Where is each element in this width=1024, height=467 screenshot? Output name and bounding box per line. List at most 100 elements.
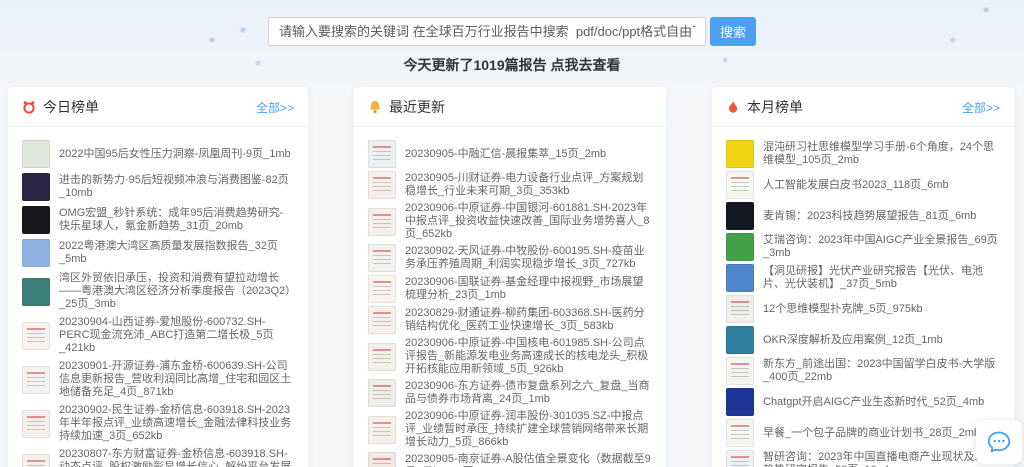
report-title: 20230902-民生证券-金桥信息-603918.SH-2023年半年报点评_… <box>59 404 292 442</box>
report-columns: 今日榜单 全部>> 2022中国95后女性压力洞察-凤凰周刊-9页_1mb 进击… <box>0 87 1024 467</box>
report-thumbnail <box>368 415 396 444</box>
list-item[interactable]: 新东方_前途出国：2023中国留学白皮书-大学版_400页_22mb <box>726 357 1000 385</box>
report-title: 20230829-财通证券-柳药集团-603368.SH-医药分销结构优化_医药… <box>405 307 645 332</box>
report-title: 20230904-山西证券-爱旭股份-600732.SH-PERC现金流充沛_A… <box>59 316 274 354</box>
report-title: Chatgpt开启AIGC产业生态新时代_52页_4mb <box>763 395 985 408</box>
list-item[interactable]: 人工智能发展白皮书2023_118页_6mb <box>726 171 1000 199</box>
today-ranking-card: 今日榜单 全部>> 2022中国95后女性压力洞察-凤凰周刊-9页_1mb 进击… <box>8 87 308 467</box>
today-all-link[interactable]: 全部>> <box>256 99 294 116</box>
report-thumbnail <box>726 450 754 467</box>
report-thumbnail <box>726 388 754 416</box>
month-ranking-header: 本月榜单 全部>> <box>712 87 1014 127</box>
report-thumbnail <box>368 306 396 334</box>
list-item[interactable]: 湾区外贸依旧承压，投资和消费有望拉动增长——粤港澳大湾区经济分析季度报告（202… <box>22 272 294 311</box>
report-title: 20230906-中原证券-中国核电-601985.SH-公司点评报告_新能源发… <box>405 337 649 375</box>
list-item[interactable]: 20230902-天风证券-中牧股份-600195.SH-疫苗业务承压养殖周期_… <box>368 244 652 272</box>
report-title: 20230905-中融汇信-晨报集萃_15页_2mb <box>405 147 607 160</box>
report-title: 湾区外贸依旧承压，投资和消费有望拉动增长——粤港澳大湾区经济分析季度报告（202… <box>59 272 291 310</box>
list-item[interactable]: 20230905-中融汇信-晨报集萃_15页_2mb <box>368 140 652 168</box>
report-title: 20230906-国联证券-基金经理中报视野_市场展望梳理分析_23页_1mb <box>405 276 644 301</box>
list-item[interactable]: 20230906-国联证券-基金经理中报视野_市场展望梳理分析_23页_1mb <box>368 275 652 303</box>
report-thumbnail <box>22 239 50 267</box>
report-thumbnail <box>22 206 50 234</box>
list-item[interactable]: OKR深度解析及应用案例_12页_1mb <box>726 326 1000 354</box>
list-item[interactable]: 【洞见研报】光伏产业研究报告【光伏、电池片、光伏装机】_37页_5mb <box>726 264 1000 292</box>
search-button[interactable]: 搜索 <box>710 17 756 46</box>
recent-updates-title: 最近更新 <box>389 99 445 115</box>
today-ranking-title: 今日榜单 <box>43 99 99 115</box>
report-title: 20230906-中原证券-中国银河-601881.SH-2023年中报点评_投… <box>405 202 650 240</box>
list-item[interactable]: 20230906-中原证券-中国核电-601985.SH-公司点评报告_新能源发… <box>368 337 652 376</box>
today-ranking-list: 2022中国95后女性压力洞察-凤凰周刊-9页_1mb 进击的新势力·95后短视… <box>8 127 308 467</box>
report-title: OKR深度解析及应用案例_12页_1mb <box>763 333 943 346</box>
list-item[interactable]: 20230906-东方证券-债市复盘系列之六_复盘_当商品与债券市场背离_24页… <box>368 379 652 407</box>
list-item[interactable]: 20230902-民生证券-金桥信息-603918.SH-2023年半年报点评_… <box>22 404 294 443</box>
calendar-red-icon <box>23 101 35 114</box>
report-title: 20230905-川财证券-电力设备行业点评_方案规划稳增长_行业未来可期_3页… <box>405 172 644 197</box>
bell-icon <box>370 101 380 114</box>
update-banner[interactable]: 今天更新了1019篇报告 点我去查看 <box>0 55 1024 75</box>
list-item[interactable]: 麦肯锡：2023科技趋势展望报告_81页_6mb <box>726 202 1000 230</box>
list-item[interactable]: 20230901-开源证券-浦东金桥-600639.SH-公司信息更新报告_营收… <box>22 360 294 399</box>
list-item[interactable]: 20230905-川财证券-电力设备行业点评_方案规划稳增长_行业未来可期_3页… <box>368 171 652 199</box>
report-thumbnail <box>22 321 50 350</box>
report-title: 早餐_一个包子品牌的商业计划书_28页_2mb <box>763 426 980 439</box>
month-all-link[interactable]: 全部>> <box>962 99 1000 116</box>
recent-updates-card: 最近更新 20230905-中融汇信-晨报集萃_15页_2mb 20230905… <box>354 87 666 467</box>
report-thumbnail <box>368 244 396 272</box>
search-bar: 搜索 <box>0 0 1024 46</box>
report-thumbnail <box>726 171 754 199</box>
report-thumbnail <box>726 295 754 323</box>
month-ranking-card: 本月榜单 全部>> 混沌研习社思维模型学习手册-6个角度，24个思维模型_105… <box>712 87 1014 467</box>
list-item[interactable]: 20230906-中原证券-中国银河-601881.SH-2023年中报点评_投… <box>368 202 652 241</box>
report-thumbnail <box>22 453 50 467</box>
list-item[interactable]: 智研咨询：2023年中国直播电商产业现状及发展趋势研究报告_53页_10mb <box>726 450 1000 467</box>
list-item[interactable]: 20230905-南京证券-A股估值全景变化（数据截至9月1日）_10页_674… <box>368 452 652 467</box>
list-item[interactable]: Chatgpt开启AIGC产业生态新时代_52页_4mb <box>726 388 1000 416</box>
report-thumbnail <box>368 275 396 303</box>
list-item[interactable]: 艾瑞咨询：2023年中国AIGC产业全景报告_69页_3mb <box>726 233 1000 261</box>
report-title: 20230906-中原证券-润丰股份-301035.SZ-中报点评_业绩暂时承压… <box>405 410 649 448</box>
report-thumbnail <box>22 277 50 306</box>
list-item[interactable]: 20230807-东方财富证券-金桥信息-603918.SH-动态点评_股权激励… <box>22 448 294 467</box>
report-thumbnail <box>726 419 754 447</box>
list-item[interactable]: 进击的新势力·95后短视频冲浪与消费图鉴-82页_10mb <box>22 173 294 201</box>
report-title: 20230905-南京证券-A股估值全景变化（数据截至9月1日）_10页_674… <box>405 453 651 467</box>
month-ranking-title: 本月榜单 <box>747 99 803 115</box>
list-item[interactable]: 早餐_一个包子品牌的商业计划书_28页_2mb <box>726 419 1000 447</box>
report-title: 【洞见研报】光伏产业研究报告【光伏、电池片、光伏装机】_37页_5mb <box>763 265 983 290</box>
list-item[interactable]: 20230904-山西证券-爱旭股份-600732.SH-PERC现金流充沛_A… <box>22 316 294 355</box>
report-thumbnail <box>368 452 396 467</box>
report-title: 12个思维模型扑克牌_5页_975kb <box>763 302 923 315</box>
flame-icon <box>729 100 738 113</box>
today-ranking-header: 今日榜单 全部>> <box>8 87 308 127</box>
report-title: 艾瑞咨询：2023年中国AIGC产业全景报告_69页_3mb <box>763 234 998 259</box>
report-title: 麦肯锡：2023科技趋势展望报告_81页_6mb <box>763 209 977 222</box>
report-title: OMG宏盟_秒针系统：成年95后消费趋势研究-快乐星球人，氪金新趋势_31页_2… <box>59 207 284 232</box>
search-input[interactable] <box>268 17 706 46</box>
list-item[interactable]: 12个思维模型扑克牌_5页_975kb <box>726 295 1000 323</box>
report-thumbnail <box>22 173 50 201</box>
chat-widget[interactable] <box>976 420 1022 464</box>
report-thumbnail <box>368 171 396 199</box>
list-item[interactable]: 2022粤港澳大湾区高质量发展指数报告_32页_5mb <box>22 239 294 267</box>
report-thumbnail <box>368 379 396 407</box>
list-item[interactable]: 20230829-财通证券-柳药集团-603368.SH-医药分销结构优化_医药… <box>368 306 652 334</box>
report-title: 人工智能发展白皮书2023_118页_6mb <box>763 178 949 191</box>
report-title: 混沌研习社思维模型学习手册-6个角度，24个思维模型_105页_2mb <box>763 141 995 166</box>
list-item[interactable]: 2022中国95后女性压力洞察-凤凰周刊-9页_1mb <box>22 140 294 168</box>
report-title: 2022中国95后女性压力洞察-凤凰周刊-9页_1mb <box>59 147 291 160</box>
report-thumbnail <box>368 207 396 236</box>
report-thumbnail <box>726 233 754 261</box>
report-title: 新东方_前途出国：2023中国留学白皮书-大学版_400页_22mb <box>763 358 996 383</box>
report-title: 2022粤港澳大湾区高质量发展指数报告_32页_5mb <box>59 240 278 265</box>
recent-updates-header: 最近更新 <box>354 87 666 127</box>
report-title: 20230902-天风证券-中牧股份-600195.SH-疫苗业务承压养殖周期_… <box>405 245 645 270</box>
list-item[interactable]: OMG宏盟_秒针系统：成年95后消费趋势研究-快乐星球人，氪金新趋势_31页_2… <box>22 206 294 234</box>
list-item[interactable]: 混沌研习社思维模型学习手册-6个角度，24个思维模型_105页_2mb <box>726 140 1000 168</box>
report-thumbnail <box>368 140 396 168</box>
list-item[interactable]: 20230906-中原证券-润丰股份-301035.SZ-中报点评_业绩暂时承压… <box>368 410 652 449</box>
month-ranking-list: 混沌研习社思维模型学习手册-6个角度，24个思维模型_105页_2mb 人工智能… <box>712 127 1014 467</box>
report-thumbnail <box>726 264 754 292</box>
report-title: 20230901-开源证券-浦东金桥-600639.SH-公司信息更新报告_营收… <box>59 360 292 398</box>
